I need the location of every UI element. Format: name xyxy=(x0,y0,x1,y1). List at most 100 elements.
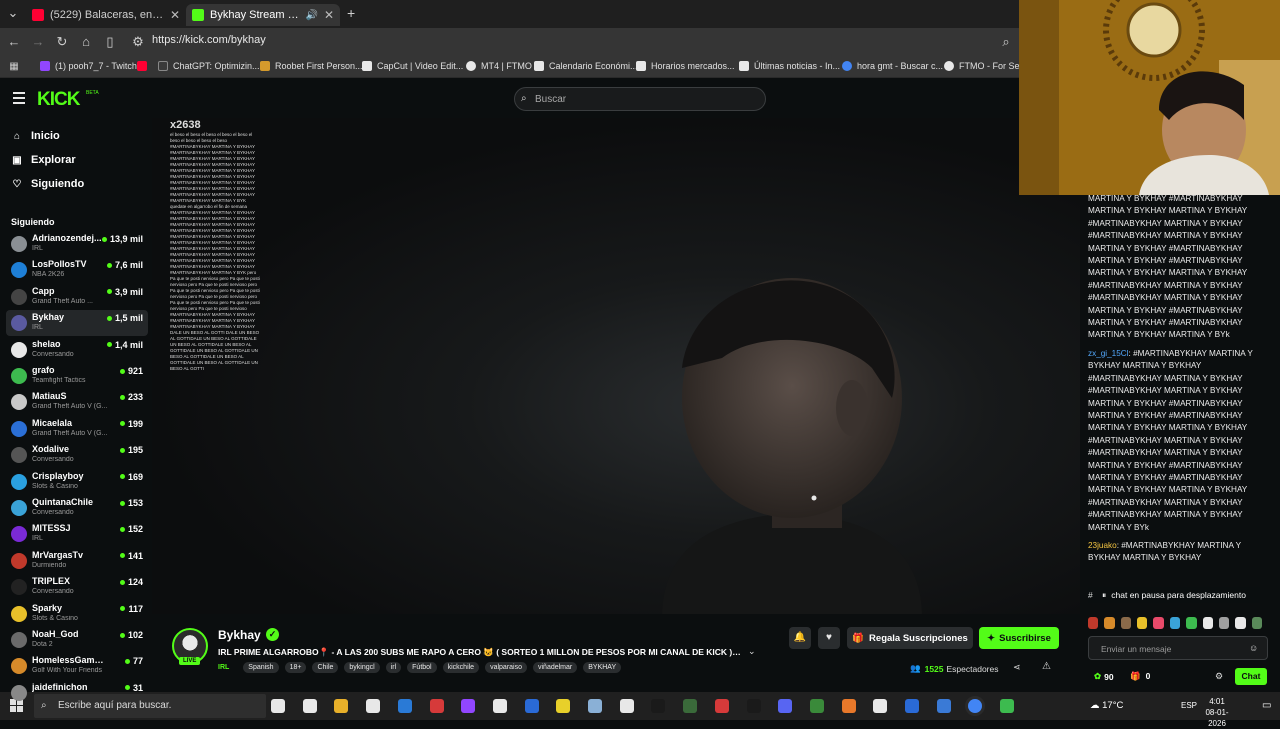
site-info-icon[interactable]: ⚙ xyxy=(130,34,146,50)
weather-widget[interactable]: ☁ 17°C xyxy=(1090,700,1123,711)
following-channel[interactable]: Crisplayboy Slots & Casino 169 xyxy=(6,469,148,495)
taskbar-app-icon[interactable] xyxy=(714,699,729,713)
stream-tag[interactable]: Spanish xyxy=(243,662,279,673)
following-channel[interactable]: Sparky Slots & Casino 117 xyxy=(6,601,148,627)
address-bar[interactable]: https://kick.com/bykhay xyxy=(152,34,266,46)
following-channel[interactable]: grafo Teamfight Tactics 921 xyxy=(6,363,148,389)
kick-logo[interactable]: KICK xyxy=(37,89,80,111)
following-channel[interactable]: Xodalive Conversando 195 xyxy=(6,442,148,468)
taskbar-app-icon[interactable] xyxy=(556,699,571,713)
following-channel[interactable]: TRIPLEX Conversando 124 xyxy=(6,574,148,600)
new-tab-button[interactable]: + xyxy=(347,5,355,21)
taskbar-app-icon[interactable] xyxy=(524,699,539,713)
notification-icon[interactable]: ▭ xyxy=(1262,700,1271,711)
taskbar-app-icon[interactable] xyxy=(936,699,951,713)
stream-tag[interactable]: Chile xyxy=(312,662,339,673)
chat-username[interactable]: zx_gi_15Cl xyxy=(1088,349,1129,358)
following-channel[interactable]: MrVargasTv Durmiendo 141 xyxy=(6,548,148,574)
taskbar-app-icon[interactable] xyxy=(905,699,919,713)
following-channel[interactable]: LosPollosTV NBA 2K26 7,6 mil xyxy=(6,257,148,283)
following-channel[interactable]: MITESSJ IRL 152 xyxy=(6,521,148,547)
speaker-icon[interactable]: 🔊 xyxy=(305,10,317,21)
taskbar-app-icon[interactable] xyxy=(271,699,285,713)
stream-tag[interactable]: bykingcl xyxy=(344,662,380,673)
home-icon[interactable]: ⌂ xyxy=(78,34,94,50)
emote-icon[interactable] xyxy=(1137,617,1148,629)
bookmark-hora-gmt[interactable]: hora gmt - Buscar c... xyxy=(842,61,943,71)
bookmark-roobet[interactable]: Roobet First Person... xyxy=(260,61,363,71)
nav-explorar[interactable]: ▣ Explorar xyxy=(11,154,75,166)
stream-tag[interactable]: viñadelmar xyxy=(533,662,578,673)
taskbar-app-icon[interactable] xyxy=(841,699,856,713)
chevron-down-icon[interactable]: ⌄ xyxy=(748,646,756,657)
following-channel[interactable]: Bykhay IRL 1,5 mil xyxy=(6,310,148,337)
chat-input[interactable]: Enviar un mensaje xyxy=(1088,636,1268,660)
taskbar-app-icon[interactable] xyxy=(461,699,476,713)
emote-icon[interactable] xyxy=(1169,617,1181,629)
taskbar-app-icon[interactable] xyxy=(302,699,317,713)
menu-icon[interactable] xyxy=(13,92,25,107)
emote-icon[interactable] xyxy=(1104,617,1115,629)
video-player[interactable] xyxy=(152,118,1080,614)
gift-subscriptions-button[interactable]: 🎁 Regala Suscripciones xyxy=(847,627,973,649)
stream-tag[interactable]: irl xyxy=(385,662,402,673)
stream-tag[interactable]: Fútbol xyxy=(407,662,437,673)
bookmark-capcut[interactable]: CapCut | Video Edit... xyxy=(362,61,463,71)
taskbar-app-icon[interactable] xyxy=(334,699,349,713)
following-channel[interactable]: shelao Conversando 1,4 mil xyxy=(6,337,148,363)
split-view-icon[interactable]: ▯ xyxy=(102,34,118,50)
bookmark-twitch[interactable]: (1) pooh7_7 - Twitch xyxy=(40,61,137,71)
notification-bell-button[interactable]: 🔔 xyxy=(789,627,811,649)
emote-icon[interactable] xyxy=(1088,617,1099,629)
zoom-icon[interactable]: ⌕ xyxy=(998,34,1014,50)
bookmark-calendario[interactable]: Calendario Económi... xyxy=(534,61,638,71)
bookmark-chatgpt[interactable]: ChatGPT: Optimizin... xyxy=(158,61,260,71)
emoji-icon[interactable]: ☺ xyxy=(1249,643,1258,653)
clock[interactable]: 4:01 08-01-2026 xyxy=(1200,696,1234,729)
forward-icon[interactable]: → xyxy=(30,34,46,50)
following-channel[interactable]: Adrianozendej... IRL 13,9 mil xyxy=(6,231,148,257)
taskbar-app-icon[interactable] xyxy=(397,699,412,713)
subscribe-button[interactable]: ✦ Suscribirse xyxy=(979,627,1059,649)
following-channel[interactable]: NoaH_God Dota 2 102 xyxy=(6,627,148,653)
report-icon[interactable]: ⚠ xyxy=(1042,661,1051,672)
following-channel[interactable]: QuintanaChile Conversando 153 xyxy=(6,495,148,521)
taskbar-app-icon[interactable] xyxy=(746,699,761,713)
language-indicator[interactable]: ESP xyxy=(1181,701,1197,710)
emote-icon[interactable] xyxy=(1120,617,1132,629)
category-link[interactable]: IRL xyxy=(218,662,237,673)
taskbar-app-icon[interactable] xyxy=(1000,699,1015,713)
emote-icon[interactable] xyxy=(1186,617,1197,629)
taskbar-app-icon[interactable] xyxy=(429,699,444,713)
taskbar-app-icon[interactable] xyxy=(873,699,888,713)
nav-inicio[interactable]: ⌂ Inicio xyxy=(11,130,60,142)
follow-button[interactable]: ♥ xyxy=(818,627,840,649)
taskbar-app-icon[interactable] xyxy=(619,699,634,713)
chat-messages[interactable]: MARTINA Y BYKHAY #MARTINABYKHAY MARTINA … xyxy=(1088,193,1258,613)
close-tab-icon[interactable]: ✕ xyxy=(324,8,334,22)
emote-icon[interactable] xyxy=(1153,617,1164,629)
emote-icon[interactable] xyxy=(1251,617,1262,629)
following-channel[interactable]: HomelessGambler69Golf With Your Friends 7… xyxy=(6,653,148,679)
stream-tag[interactable]: 18+ xyxy=(284,662,307,673)
following-channel[interactable]: jaidefinichon 31 xyxy=(6,680,148,706)
emote-icon[interactable] xyxy=(1218,617,1230,629)
nav-siguiendo[interactable]: ♡ Siguiendo xyxy=(11,178,85,190)
chat-username[interactable]: 23juako xyxy=(1088,541,1117,550)
bookmark-horarios[interactable]: Horarios mercados... xyxy=(636,61,735,71)
gear-icon[interactable]: ⚙ xyxy=(1215,671,1223,682)
kicks-balance[interactable]: 🎁 0 xyxy=(1130,671,1150,682)
emote-icon[interactable] xyxy=(1202,617,1213,629)
following-channel[interactable]: MatiauS Grand Theft Auto V (G... 233 xyxy=(6,389,148,415)
following-channel[interactable]: Micaelala Grand Theft Auto V (G... 199 xyxy=(6,416,148,442)
taskbar-app-icon[interactable] xyxy=(809,699,824,713)
apps-grid-icon[interactable]: ▦ xyxy=(6,59,22,75)
taskbar-app-icon[interactable] xyxy=(651,699,666,713)
browser-tab-kick[interactable]: Bykhay Stream - Watch Live 🔊 ✕ xyxy=(186,4,340,26)
reload-icon[interactable]: ↻ xyxy=(54,34,70,50)
search-input[interactable]: Buscar xyxy=(514,87,766,111)
bookmark-noticias[interactable]: Últimas noticias - In... xyxy=(739,61,840,71)
chat-paused-notice[interactable]: # ⏸ chat en pausa para desplazamiento xyxy=(1088,587,1260,603)
taskbar-app-icon[interactable] xyxy=(588,699,602,713)
stream-tag[interactable]: valparaiso xyxy=(485,662,527,673)
